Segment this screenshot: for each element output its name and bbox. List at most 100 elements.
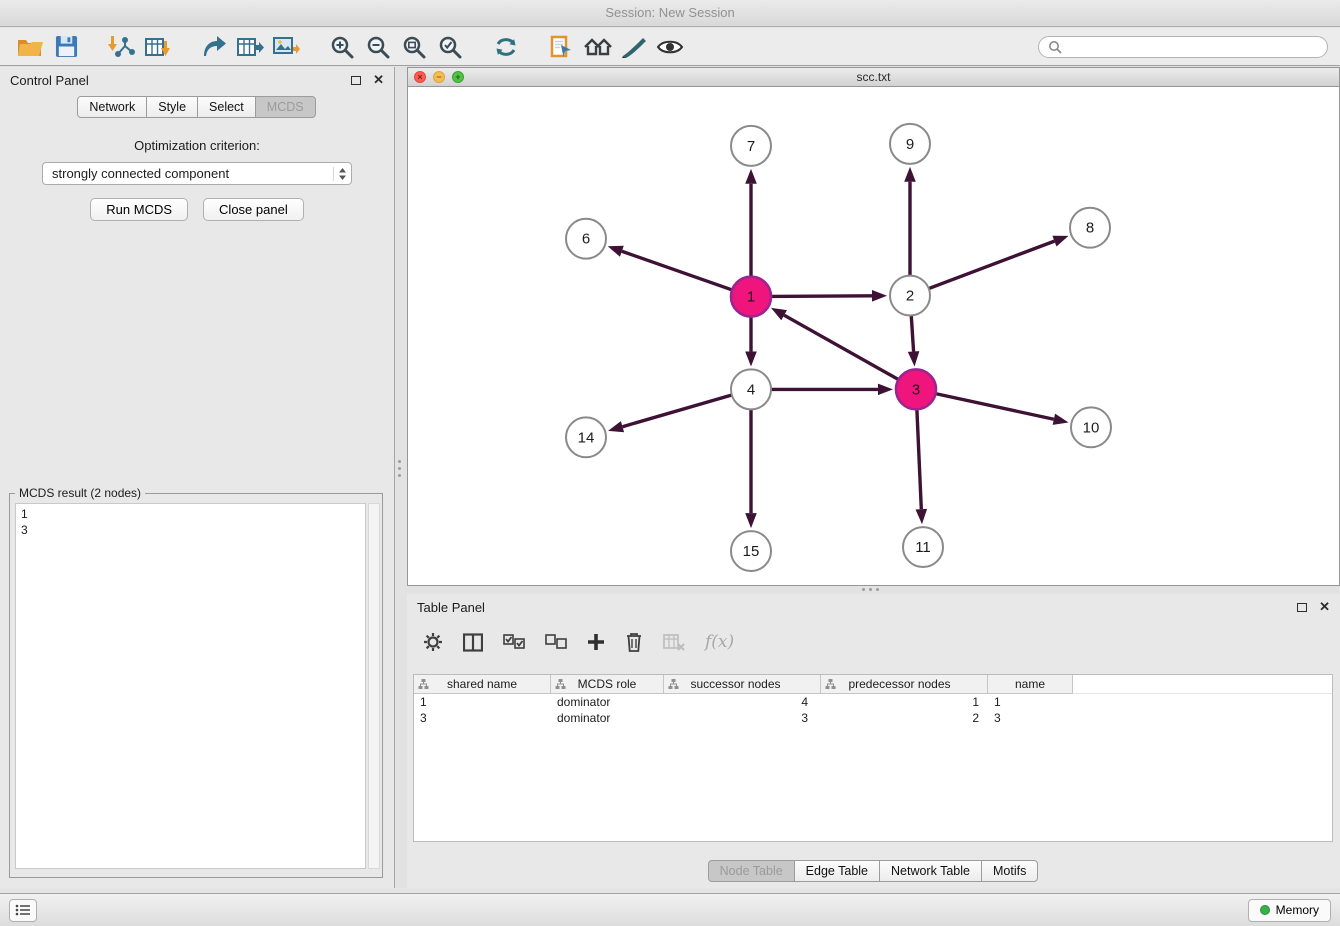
column-header-predecessor-nodes[interactable]: predecessor nodes	[821, 675, 988, 694]
apply-style-button[interactable]	[616, 31, 652, 63]
folder-open-icon	[17, 36, 43, 58]
graph-edge[interactable]	[908, 316, 920, 367]
open-session-button[interactable]	[12, 31, 48, 63]
graph-edge[interactable]	[745, 169, 757, 277]
graph-node-label: 6	[582, 231, 590, 248]
vertical-splitter[interactable]	[395, 67, 407, 888]
column-header-successor-nodes[interactable]: successor nodes	[664, 675, 821, 694]
zoom-selected-button[interactable]	[432, 31, 468, 63]
mcds-result-list[interactable]: 1 3	[15, 503, 366, 869]
table-panel-header: Table Panel ✕	[407, 594, 1340, 620]
column-header-mcds-role[interactable]: MCDS role	[551, 675, 664, 694]
graph-node[interactable]: 1	[731, 277, 771, 317]
import-network-button[interactable]	[104, 31, 140, 63]
graph-edge[interactable]	[771, 308, 899, 380]
graph-node-label: 15	[743, 543, 760, 560]
mcds-result-item[interactable]: 3	[21, 522, 360, 538]
close-panel-button[interactable]: Close panel	[203, 198, 304, 221]
delete-row-button[interactable]	[625, 632, 643, 652]
graph-edge[interactable]	[608, 395, 732, 432]
graph-node[interactable]: 11	[903, 527, 943, 567]
tab-network-table[interactable]: Network Table	[879, 860, 982, 882]
search-box[interactable]	[1038, 36, 1328, 58]
task-history-button[interactable]	[9, 899, 37, 922]
save-session-button[interactable]	[48, 31, 84, 63]
graph-node[interactable]: 9	[890, 124, 930, 164]
graph-edge[interactable]	[916, 409, 928, 524]
memory-button[interactable]: Memory	[1248, 899, 1331, 922]
table-header-row: shared name MCDS role successor nodes pr…	[414, 675, 1332, 694]
graph-node[interactable]: 7	[731, 126, 771, 166]
graph-node[interactable]: 10	[1071, 407, 1111, 447]
annotation-button[interactable]	[544, 31, 580, 63]
deselect-all-button[interactable]	[545, 634, 567, 650]
import-table-button[interactable]	[140, 31, 176, 63]
float-panel-icon[interactable]	[351, 76, 361, 85]
tab-mcds[interactable]: MCDS	[255, 96, 316, 118]
graph-node[interactable]: 15	[731, 531, 771, 571]
column-header-name[interactable]: name	[988, 675, 1073, 694]
graph-edge[interactable]	[745, 317, 757, 367]
graph-node[interactable]: 2	[890, 276, 930, 316]
table-row[interactable]: 3 dominator 3 2 3	[414, 710, 1332, 726]
graph-node-label: 11	[915, 539, 931, 556]
network-canvas[interactable]: 7 9 6 8 1 2 4 3 14 10 15 11	[407, 87, 1340, 586]
graph-node[interactable]: 3	[896, 369, 936, 409]
plus-icon	[587, 633, 605, 651]
graph-edge[interactable]	[608, 246, 732, 290]
refresh-button[interactable]	[488, 31, 524, 63]
float-table-panel-icon[interactable]	[1297, 603, 1307, 612]
tab-style[interactable]: Style	[146, 96, 198, 118]
zoom-fit-button[interactable]	[396, 31, 432, 63]
tab-motifs[interactable]: Motifs	[981, 860, 1038, 882]
graph-edge[interactable]	[745, 409, 757, 528]
close-panel-icon[interactable]: ✕	[373, 72, 384, 88]
network-graph[interactable]: 7 9 6 8 1 2 4 3 14 10 15 11	[408, 87, 1339, 585]
run-mcds-button[interactable]: Run MCDS	[90, 198, 188, 221]
delete-column-button[interactable]	[663, 633, 685, 651]
close-window-icon[interactable]: ×	[414, 71, 426, 83]
tab-edge-table[interactable]: Edge Table	[794, 860, 880, 882]
horizontal-splitter[interactable]	[407, 586, 1340, 594]
zoom-in-button[interactable]	[324, 31, 360, 63]
table-cell: dominator	[551, 710, 664, 726]
table-row[interactable]: 1 dominator 4 1 1	[414, 694, 1332, 710]
floppy-disk-icon	[55, 35, 78, 58]
graph-edge[interactable]	[771, 384, 893, 396]
zoom-window-icon[interactable]: +	[452, 71, 464, 83]
graph-edge[interactable]	[904, 167, 916, 276]
graph-edge[interactable]	[771, 290, 887, 302]
close-table-panel-icon[interactable]: ✕	[1319, 599, 1330, 615]
column-header-shared-name[interactable]: shared name	[414, 675, 551, 694]
import-network-icon	[108, 35, 136, 59]
criterion-dropdown[interactable]: strongly connected component	[42, 162, 352, 185]
tab-select[interactable]: Select	[197, 96, 256, 118]
graph-edge[interactable]	[929, 236, 1069, 289]
select-all-button[interactable]	[503, 634, 525, 650]
graph-node-label: 2	[906, 288, 914, 305]
minimize-window-icon[interactable]: −	[433, 71, 445, 83]
graph-node[interactable]: 14	[566, 417, 606, 457]
export-network-button[interactable]	[196, 31, 232, 63]
function-builder-button[interactable]: f(x)	[705, 632, 734, 652]
table-settings-button[interactable]	[423, 632, 443, 652]
export-table-button[interactable]	[232, 31, 268, 63]
zoom-out-icon	[366, 35, 390, 59]
tab-node-table[interactable]: Node Table	[708, 860, 795, 882]
add-row-button[interactable]	[587, 633, 605, 651]
zoom-out-button[interactable]	[360, 31, 396, 63]
show-hide-button[interactable]	[652, 31, 688, 63]
search-input[interactable]	[1068, 40, 1318, 54]
column-visibility-button[interactable]	[463, 633, 483, 652]
graph-node[interactable]: 4	[731, 369, 771, 409]
tab-network[interactable]: Network	[77, 96, 147, 118]
graph-node[interactable]: 8	[1070, 208, 1110, 248]
export-image-button[interactable]	[268, 31, 304, 63]
graph-node[interactable]: 6	[566, 219, 606, 259]
search-icon	[1048, 40, 1062, 54]
mcds-result-item[interactable]: 1	[21, 506, 360, 522]
graph-edge[interactable]	[936, 394, 1069, 425]
result-scrollbar[interactable]	[368, 503, 380, 869]
first-neighbors-button[interactable]	[580, 31, 616, 63]
tree-icon	[668, 678, 679, 690]
